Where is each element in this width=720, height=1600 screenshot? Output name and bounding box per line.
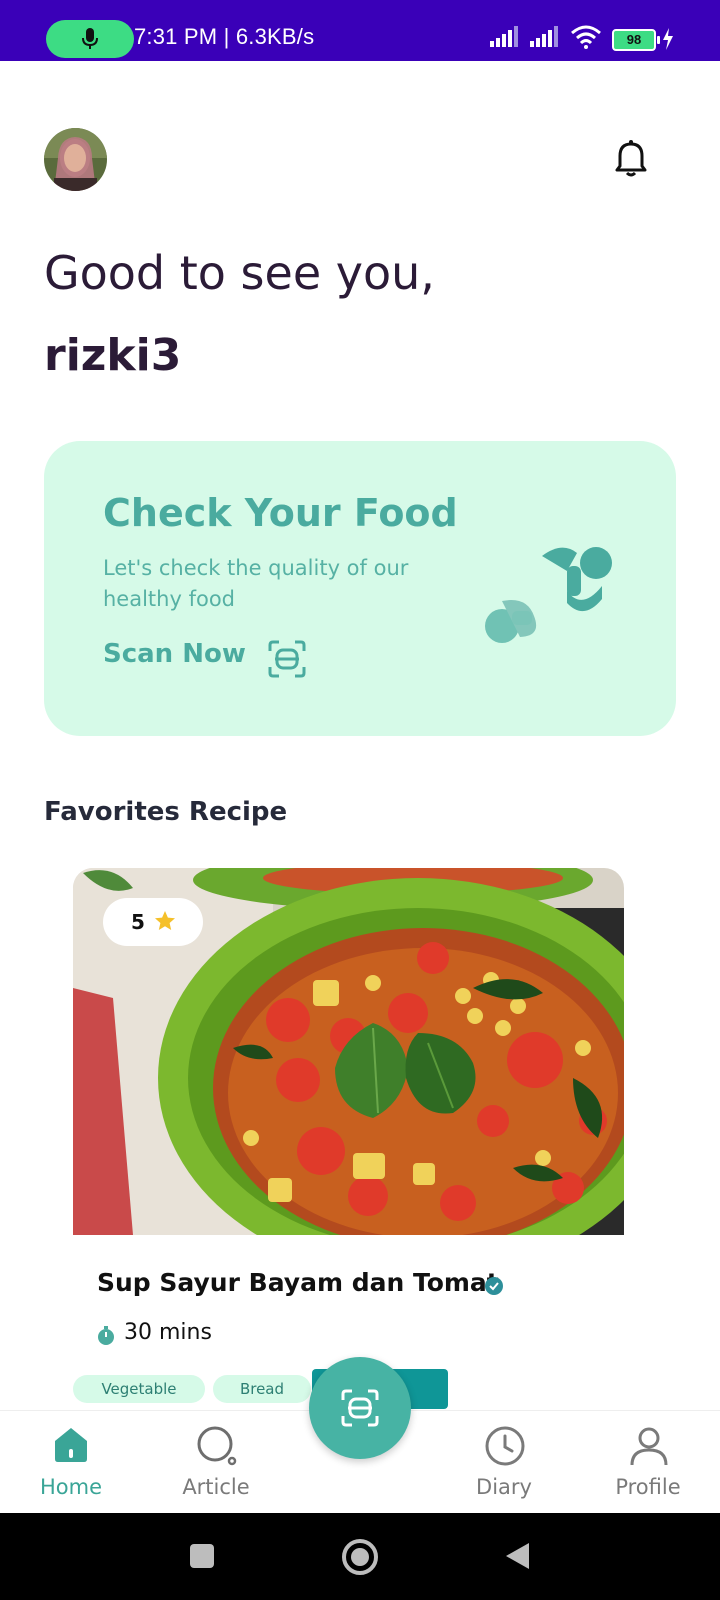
- rating-value: 5: [131, 910, 145, 934]
- wifi-icon: [571, 25, 601, 49]
- user-icon: [630, 1427, 668, 1466]
- battery-icon: 98: [612, 29, 660, 51]
- tag-bread[interactable]: Bread: [213, 1375, 311, 1403]
- nav-home-label: Home: [39, 1475, 102, 1499]
- bell-icon[interactable]: [614, 140, 648, 178]
- favorites-section-title: Favorites Recipe: [44, 797, 288, 827]
- dumbbell-illustration: [485, 547, 612, 643]
- recents-icon[interactable]: [189, 1543, 215, 1569]
- card-subtitle: Let's check the quality of our healthy f…: [103, 556, 409, 611]
- battery-level: 98: [626, 32, 642, 47]
- back-icon[interactable]: [503, 1541, 531, 1571]
- status-bar: 7:31 PM | 6.3KB/s 98: [0, 0, 720, 61]
- scan-icon[interactable]: [267, 639, 307, 679]
- signal-icon: [490, 26, 518, 47]
- card-title: Check Your Food: [103, 491, 458, 535]
- home-circle-icon[interactable]: [341, 1538, 379, 1576]
- verified-icon: [485, 1277, 503, 1295]
- status-time-speed: 7:31 PM | 6.3KB/s: [134, 24, 315, 49]
- nav-article-label: Article: [182, 1475, 250, 1499]
- scan-icon: [341, 1389, 379, 1427]
- mic-indicator[interactable]: [46, 20, 134, 58]
- system-nav-bar: [0, 1513, 720, 1600]
- scan-now-link[interactable]: Scan Now: [103, 639, 246, 669]
- tag-vegetable[interactable]: Vegetable: [73, 1375, 205, 1403]
- username: rizki3: [44, 330, 182, 381]
- clock-icon: [485, 1426, 525, 1466]
- timer-icon: [98, 1326, 114, 1345]
- nav-article[interactable]: Article: [146, 1411, 286, 1514]
- rating-badge: 5: [103, 898, 203, 946]
- greeting-text: Good to see you,: [44, 246, 435, 300]
- search-icon: [197, 1426, 237, 1466]
- charging-icon: [663, 28, 673, 50]
- nav-diary[interactable]: Diary: [434, 1411, 574, 1514]
- home-icon: [55, 1428, 87, 1462]
- check-food-card[interactable]: Check Your Food Let's check the quality …: [44, 441, 676, 736]
- scan-fab-button[interactable]: [309, 1357, 411, 1459]
- nav-home[interactable]: Home: [1, 1411, 141, 1514]
- avatar[interactable]: [44, 128, 107, 191]
- nav-diary-label: Diary: [476, 1475, 532, 1499]
- signal-icon: [530, 26, 558, 47]
- nav-profile-label: Profile: [615, 1475, 681, 1499]
- star-icon: [155, 911, 175, 930]
- recipe-time: 30 mins: [124, 1320, 212, 1345]
- recipe-name[interactable]: Sup Sayur Bayam dan Tomat: [97, 1268, 499, 1297]
- nav-profile[interactable]: Profile: [578, 1411, 718, 1514]
- mic-icon: [82, 28, 98, 49]
